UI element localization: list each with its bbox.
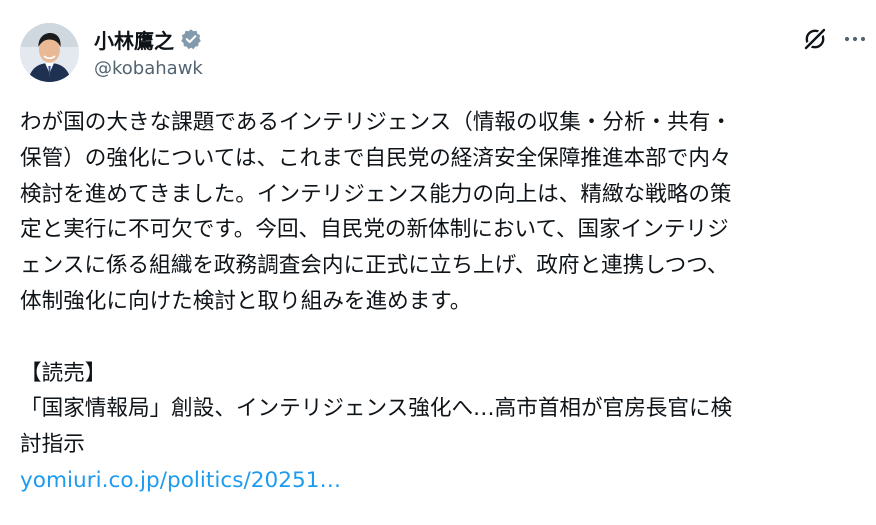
quote-line-2: 討指示 bbox=[20, 432, 85, 458]
more-icon[interactable] bbox=[842, 27, 868, 51]
author-handle[interactable]: @kobahawk bbox=[94, 58, 203, 79]
post-line-3: 検討を進めてきました。インテリジェンス能力の向上は、精緻な戦略の策 bbox=[20, 181, 732, 207]
source-label: 【読売】 bbox=[20, 360, 107, 386]
author-name-row: 小林鷹之 bbox=[94, 25, 202, 54]
post-line-6: 体制強化に向けた検討と取り組みを進めます。 bbox=[20, 288, 472, 314]
post-line-4: 定と実行に不可欠です。今回、自民党の新体制において、国家インテリジ bbox=[20, 217, 729, 243]
avatar-photo-icon bbox=[20, 23, 79, 82]
author-avatar[interactable] bbox=[20, 23, 79, 82]
post-line-1: わが国の大きな課題であるインテリジェンス（情報の収集・分析・共有・ bbox=[20, 110, 732, 135]
verified-badge-icon bbox=[180, 28, 202, 50]
post-line-5: ェンスに係る組織を政務調査会内に正式に立ち上げ、政府と連携しつつ、 bbox=[20, 253, 729, 279]
article-link[interactable]: yomiuri.co.jp/politics/20251… bbox=[20, 468, 341, 493]
quote-line-1: 「国家情報局」創設、インテリジェンス強化へ…高市首相が官房長官に検 bbox=[20, 396, 733, 422]
post-line-2: 保管）の強化については、これまで自民党の経済安全保障推進本部で内々 bbox=[20, 145, 732, 171]
paragraph-spacer bbox=[20, 320, 865, 356]
grok-icon[interactable] bbox=[800, 26, 830, 52]
author-display-name[interactable]: 小林鷹之 bbox=[94, 25, 174, 54]
post-text: わが国の大きな課題であるインテリジェンス（情報の収集・分析・共有・ 保管）の強化… bbox=[20, 105, 865, 499]
